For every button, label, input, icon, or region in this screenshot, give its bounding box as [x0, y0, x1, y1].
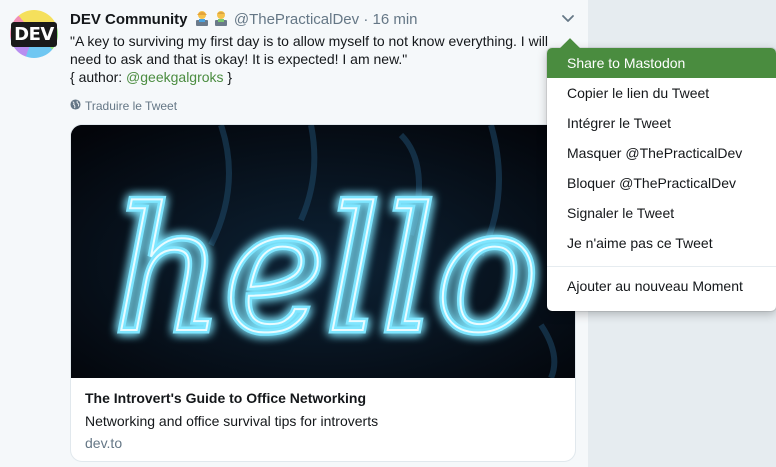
header-separator: · [363, 11, 369, 28]
neon-word-core: hello [113, 170, 539, 371]
menu-item-report[interactable]: Signaler le Tweet [547, 198, 776, 228]
tweet: DEV DEV Community @ThePracticalDev · 16 … [0, 0, 588, 467]
link-card[interactable]: hello hello The Introvert's Guide to Off… [70, 124, 576, 462]
avatar[interactable]: DEV [10, 10, 58, 58]
card-domain: dev.to [85, 435, 123, 451]
mention-link[interactable]: @geekgalgroks [126, 69, 224, 85]
author-handle[interactable]: @ThePracticalDev [234, 11, 359, 28]
author-name[interactable]: DEV Community [70, 11, 188, 28]
card-image: hello hello [71, 125, 575, 378]
developer-emoji-icon [212, 9, 230, 27]
avatar-text: DEV [11, 21, 57, 47]
globe-icon [70, 99, 81, 113]
menu-item-copy-link[interactable]: Copier le lien du Tweet [547, 78, 776, 108]
tweet-header: DEV Community @ThePracticalDev · 16 min [70, 9, 418, 28]
tweet-text: "A key to surviving my first day is to a… [70, 32, 580, 86]
menu-item-share-mastodon[interactable]: Share to Mastodon [547, 48, 776, 78]
tweet-timestamp[interactable]: 16 min [372, 11, 417, 28]
chevron-down-icon[interactable] [560, 12, 576, 26]
tweet-text-line: "A key to surviving my first day is to a… [70, 33, 549, 49]
tweet-text-line: need to ask and that is okay! It is expe… [70, 51, 408, 67]
author-suffix: } [223, 69, 233, 85]
avatar-logo: DEV [11, 14, 57, 54]
developer-emoji-icon [193, 9, 211, 27]
menu-item-dislike[interactable]: Je n'aime pas ce Tweet [547, 228, 776, 258]
menu-item-block[interactable]: Bloquer @ThePracticalDev [547, 168, 776, 198]
card-title: The Introvert's Guide to Office Networki… [85, 390, 367, 406]
author-prefix: { author: [70, 69, 127, 85]
tweet-author-line: { author: @geekgalgroks } [70, 68, 580, 86]
card-description: Networking and office survival tips for … [85, 413, 379, 429]
menu-divider [547, 266, 776, 267]
menu-item-embed[interactable]: Intégrer le Tweet [547, 108, 776, 138]
card-body: The Introvert's Guide to Office Networki… [71, 378, 575, 461]
menu-item-mute[interactable]: Masquer @ThePracticalDev [547, 138, 776, 168]
translate-link[interactable]: Traduire le Tweet [70, 99, 177, 113]
menu-item-add-moment[interactable]: Ajouter au nouveau Moment [547, 271, 776, 301]
tweet-actions-menu: Share to Mastodon Copier le lien du Twee… [547, 38, 776, 311]
translate-label: Traduire le Tweet [85, 99, 178, 113]
